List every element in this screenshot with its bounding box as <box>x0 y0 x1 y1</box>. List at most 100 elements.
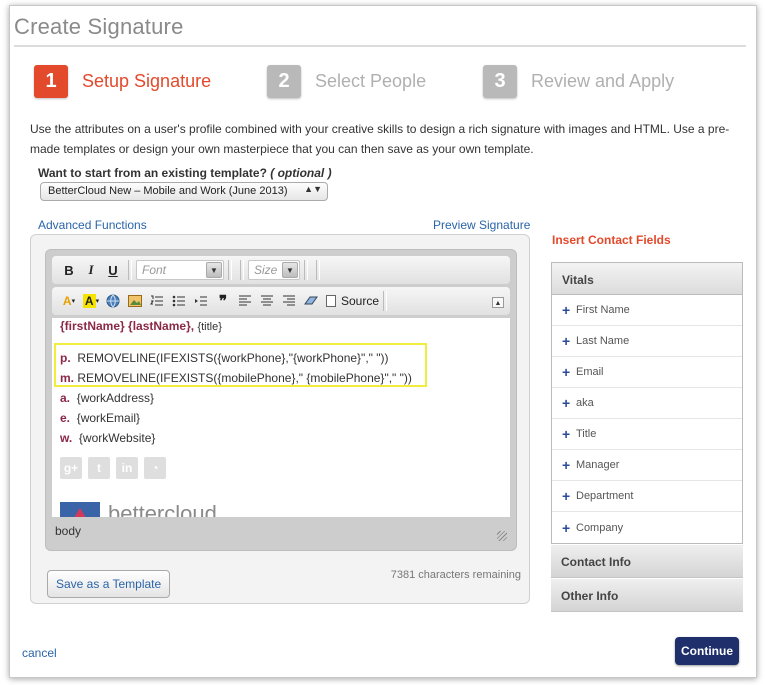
title-divider <box>14 45 746 47</box>
intro-text: Use the attributes on a user's profile c… <box>30 122 730 156</box>
template-selected-value: BetterCloud New – Mobile and Work (June … <box>48 185 288 197</box>
image-icon[interactable] <box>124 291 146 311</box>
resize-grip-icon[interactable] <box>497 531 507 541</box>
editor-toolbar-top: B I U Font ▼ Size ▼ <box>52 256 510 284</box>
field-email[interactable]: + Email <box>552 357 742 388</box>
email-line: e. {workEmail} <box>60 411 140 425</box>
numbered-list-icon[interactable] <box>146 291 168 311</box>
bettercloud-logo-text: bettercloud <box>108 501 217 517</box>
first-name-token: {firstName} <box>60 319 125 333</box>
field-label: aka <box>576 397 594 409</box>
website-line: w. {workWebsite} <box>60 431 155 445</box>
linkedin-icon: in <box>116 457 138 479</box>
indent-icon[interactable] <box>190 291 212 311</box>
template-question-text: Want to start from an existing template? <box>38 166 267 180</box>
step-select-people[interactable]: 2 Select People <box>267 65 426 98</box>
select-updown-icon: ▲▼ <box>304 184 322 194</box>
save-as-template-button[interactable]: Save as a Template <box>47 570 171 598</box>
size-placeholder: Size <box>254 263 278 277</box>
toolbar-separator <box>240 260 244 280</box>
contact-fields-panel: Vitals + First Name + Last Name + Email + ak… <box>551 262 743 612</box>
plus-icon: + <box>562 426 571 442</box>
preview-signature-link[interactable]: Preview Signature <box>433 218 530 232</box>
template-question: Want to start from an existing template?… <box>38 166 332 180</box>
rich-text-editor: B I U Font ▼ Size ▼ A ▾ A ▾ ❞ Source ▲ {… <box>45 249 517 551</box>
collapse-toolbar-icon[interactable]: ▲ <box>492 297 504 308</box>
field-label: Department <box>576 490 634 502</box>
step-label: Setup Signature <box>82 71 212 91</box>
align-right-icon[interactable] <box>278 291 300 311</box>
line-label: m. <box>60 371 75 385</box>
field-department[interactable]: + Department <box>552 481 742 512</box>
field-label: Title <box>576 428 597 440</box>
field-label: Email <box>576 366 604 378</box>
line-value: {workEmail} <box>76 411 141 425</box>
toolbar-separator <box>228 260 232 280</box>
font-placeholder: Font <box>142 263 167 277</box>
editor-content-area[interactable]: {firstName} {lastName}, {title} p. REMOV… <box>52 318 510 517</box>
underline-button[interactable]: U <box>102 260 124 280</box>
plus-icon: + <box>562 488 571 504</box>
font-select[interactable]: Font ▼ <box>136 260 224 280</box>
eraser-icon[interactable] <box>300 291 322 311</box>
document-icon <box>326 295 336 307</box>
size-select[interactable]: Size ▼ <box>248 260 300 280</box>
step-label: Select People <box>315 71 427 91</box>
other-info-tab[interactable]: Other Info <box>551 579 743 612</box>
line-value: {workWebsite} <box>78 431 156 445</box>
align-left-icon[interactable] <box>234 291 256 311</box>
bettercloud-logo-icon <box>60 502 100 517</box>
field-label: Company <box>576 521 624 534</box>
field-manager[interactable]: + Manager <box>552 450 742 481</box>
step-setup-signature[interactable]: 1 Setup Signature <box>34 65 211 98</box>
title-token: {title} <box>197 321 222 333</box>
step-number: 1 <box>34 65 68 98</box>
editor-toolbar-bottom: A ▾ A ▾ ❞ Source ▲ <box>52 287 510 315</box>
title-separator: , <box>190 319 195 333</box>
field-label: Manager <box>576 459 620 471</box>
bulleted-list-icon[interactable] <box>168 291 190 311</box>
continue-button[interactable]: Continue <box>675 637 739 665</box>
plus-icon: + <box>562 364 571 380</box>
rss-icon: ◔ <box>144 457 166 479</box>
source-button[interactable]: Source <box>326 294 379 308</box>
blockquote-icon[interactable]: ❞ <box>212 291 234 311</box>
field-company[interactable]: + Company <box>552 512 742 543</box>
plus-icon: + <box>562 519 571 536</box>
vitals-header[interactable]: Vitals <box>551 262 743 295</box>
field-title[interactable]: + Title <box>552 419 742 450</box>
source-label: Source <box>341 294 380 308</box>
step-number: 3 <box>483 65 517 98</box>
phone-line: p. REMOVELINE(IFEXISTS({workPhone},"{wor… <box>60 351 389 365</box>
field-label: Last Name <box>576 335 630 347</box>
line-value: REMOVELINE(IFEXISTS({workPhone},"{workPh… <box>77 351 389 365</box>
editor-container: B I U Font ▼ Size ▼ A ▾ A ▾ ❞ Source ▲ {… <box>30 234 530 604</box>
bold-button[interactable]: B <box>58 260 80 280</box>
plus-icon: + <box>562 302 571 318</box>
characters-remaining: 7381 characters remaining <box>390 569 521 581</box>
text-color-icon[interactable]: A ▾ <box>58 291 80 311</box>
last-name-token: {lastName} <box>128 319 191 333</box>
template-select[interactable]: BetterCloud New – Mobile and Work (June … <box>40 182 328 201</box>
element-path[interactable]: body <box>55 524 81 538</box>
field-last-name[interactable]: + Last Name <box>552 326 742 357</box>
chevron-down-icon: ▼ <box>282 262 298 278</box>
toolbar-separator <box>304 260 308 280</box>
link-icon[interactable] <box>102 291 124 311</box>
line-label: e. <box>60 411 71 425</box>
toolbar-separator <box>383 291 388 311</box>
background-color-icon[interactable]: A ▾ <box>80 291 102 311</box>
italic-button[interactable]: I <box>80 260 102 280</box>
contact-info-tab[interactable]: Contact Info <box>551 545 743 578</box>
line-label: a. <box>60 391 71 405</box>
field-first-name[interactable]: + First Name <box>552 295 742 326</box>
step-number: 2 <box>267 65 301 98</box>
align-center-icon[interactable] <box>256 291 278 311</box>
cancel-link[interactable]: cancel <box>22 646 57 660</box>
plus-icon: + <box>562 333 571 349</box>
field-aka[interactable]: + aka <box>552 388 742 419</box>
step-review-apply[interactable]: 3 Review and Apply <box>483 65 674 98</box>
advanced-functions-link[interactable]: Advanced Functions <box>38 218 147 232</box>
toolbar-separator <box>316 260 320 280</box>
address-line: a. {workAddress} <box>60 391 154 405</box>
